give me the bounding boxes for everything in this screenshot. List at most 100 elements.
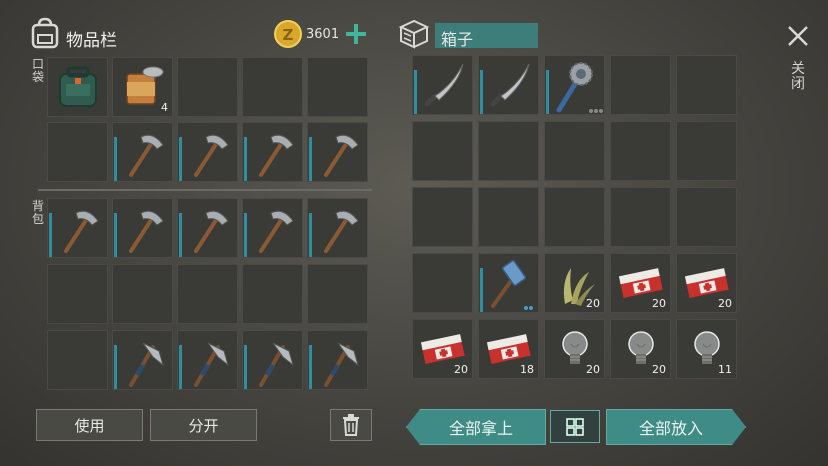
item-count: 20 [454,363,468,376]
inventory-slot[interactable] [412,55,473,115]
coin-icon: Z [274,20,302,48]
put-all-label: 全部放入 [638,419,703,438]
empty-slot[interactable] [412,187,473,247]
inventory-slot[interactable] [47,57,108,117]
durability-bar [114,345,117,389]
inventory-slot[interactable] [177,122,238,182]
pocket-label: 口袋 [31,57,44,84]
chest-grid: 20 20 20 20 18 20 20 11 [412,55,738,390]
durability-bar [480,70,483,114]
durability-bar [480,268,483,312]
durability-bar [244,137,247,181]
empty-slot[interactable] [676,55,737,115]
inventory-slot[interactable]: 20 [676,253,737,313]
empty-slot[interactable] [478,187,539,247]
durability-bar [114,213,117,257]
inventory-slot[interactable] [242,198,303,258]
inventory-slot[interactable]: 20 [544,319,605,379]
empty-slot[interactable] [478,121,539,181]
inventory-slot[interactable] [544,55,605,115]
chest-title: 箱子 [441,30,474,49]
empty-slot[interactable] [177,264,238,324]
empty-slot[interactable] [610,121,671,181]
durability-bar [414,70,417,114]
inventory-slot[interactable] [242,122,303,182]
inventory-slot[interactable]: 20 [610,253,671,313]
durability-bar [309,137,312,181]
coin-balance: 3601 [306,27,340,42]
durability-bar [179,213,182,257]
durability-bar [179,345,182,389]
delete-button[interactable] [330,409,372,441]
inventory-slot[interactable]: 4 [112,57,173,117]
inventory-slot[interactable] [112,330,173,390]
durability-bar [244,213,247,257]
close-button[interactable] [786,24,810,48]
empty-slot[interactable] [544,187,605,247]
put-all-button[interactable]: 全部放入 [606,409,746,445]
inventory-slot[interactable]: 20 [412,319,473,379]
item-count: 11 [718,363,732,376]
empty-slot[interactable] [242,57,303,117]
use-button[interactable]: 使用 [36,409,143,441]
inventory-slot[interactable] [112,198,173,258]
durability-bar [309,213,312,257]
inventory-slot[interactable] [307,198,368,258]
empty-slot[interactable] [112,264,173,324]
take-all-label: 全部拿上 [448,419,513,438]
sort-button[interactable] [550,410,600,443]
durability-bar [546,70,549,114]
durability-bar [49,213,52,257]
add-coins-button[interactable] [344,22,368,46]
empty-slot[interactable] [544,121,605,181]
durability-bar [244,345,247,389]
empty-slot[interactable] [47,330,108,390]
durability-bar [179,137,182,181]
empty-slot[interactable] [307,264,368,324]
empty-slot[interactable] [676,187,737,247]
empty-slot[interactable] [47,264,108,324]
item-count: 20 [586,363,600,376]
empty-slot[interactable] [610,55,671,115]
close-icon [788,26,808,46]
chest-title-field[interactable]: 箱子 [435,23,538,49]
inventory-slot[interactable] [112,122,173,182]
inventory-slot[interactable] [177,198,238,258]
backpack-label: 背包 [31,199,44,226]
empty-slot[interactable] [177,57,238,117]
inventory-slot[interactable] [177,330,238,390]
inventory-slot[interactable] [478,55,539,115]
empty-slot[interactable] [242,264,303,324]
inventory-slot[interactable]: 20 [544,253,605,313]
empty-slot[interactable] [676,121,737,181]
inventory-slot[interactable]: 11 [676,319,737,379]
close-label[interactable]: 关闭 [790,62,806,92]
empty-slot[interactable] [307,57,368,117]
empty-slot[interactable] [610,187,671,247]
split-button[interactable]: 分开 [150,409,257,441]
inventory-slot[interactable] [478,253,539,313]
item-count: 20 [718,297,732,310]
item-count: 18 [520,363,534,376]
inventory-slot[interactable]: 20 [610,319,671,379]
inventory-slot[interactable] [242,330,303,390]
inventory-slot[interactable] [307,122,368,182]
backpack-header-icon [30,17,60,49]
trash-icon [343,414,359,436]
empty-slot[interactable] [412,253,473,313]
svg-text:Z: Z [283,26,294,44]
item-count: 4 [161,101,168,114]
inventory-slot[interactable] [307,330,368,390]
inventory-title: 物品栏 [66,31,117,51]
take-all-button[interactable]: 全部拿上 [406,409,546,445]
item-count: 20 [586,297,600,310]
inventory-slot[interactable] [47,198,108,258]
section-divider [38,189,372,191]
item-count: 20 [652,363,666,376]
empty-slot[interactable] [412,121,473,181]
grid-icon [566,417,584,436]
empty-slot[interactable] [47,122,108,182]
chest-icon [398,19,430,49]
item-count: 20 [652,297,666,310]
inventory-slot[interactable]: 18 [478,319,539,379]
